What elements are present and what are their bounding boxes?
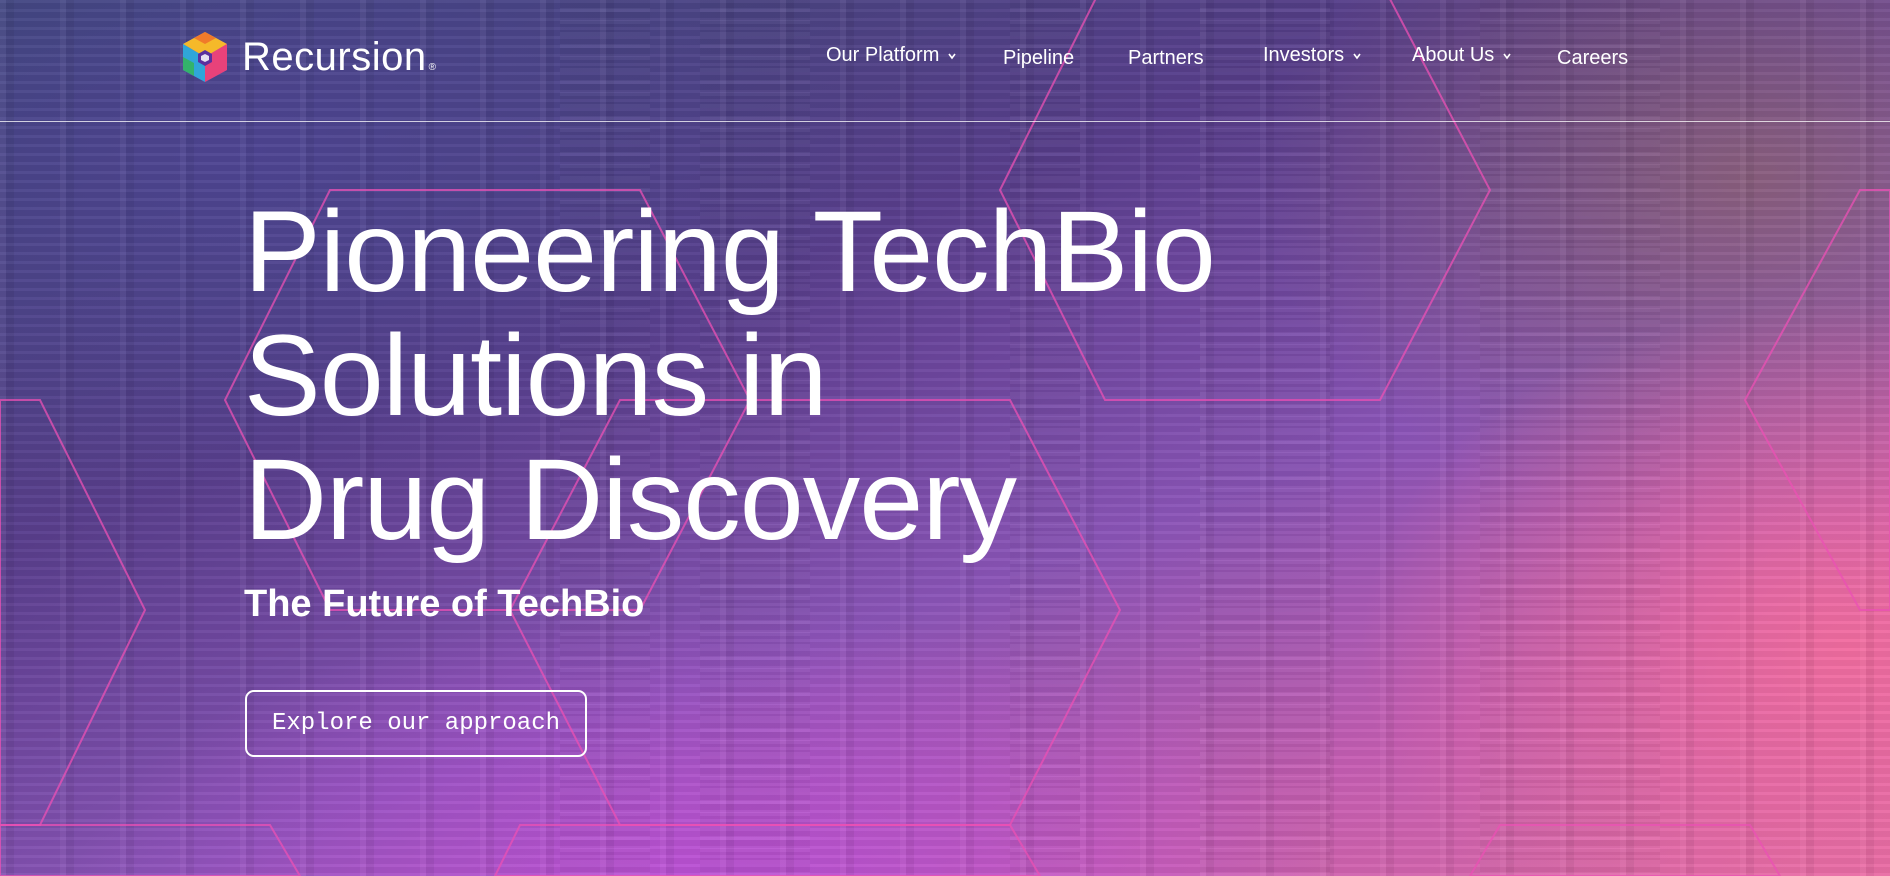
nav-item-pipeline[interactable]: Pipeline bbox=[1003, 47, 1074, 70]
nav-item-about-us[interactable]: About Us bbox=[1412, 44, 1512, 67]
hero-subheading: The Future of TechBio bbox=[244, 583, 645, 625]
nav-item-partners[interactable]: Partners bbox=[1128, 47, 1204, 70]
chevron-down-icon bbox=[1503, 53, 1511, 59]
nav-item-label: Careers bbox=[1557, 47, 1629, 69]
site-header: Recursion ® Our Platform Pipeline Partne… bbox=[0, 0, 1890, 122]
nav-item-label: About Us bbox=[1412, 44, 1495, 66]
chevron-down-icon bbox=[948, 53, 956, 59]
headline-line: Pioneering TechBio bbox=[244, 188, 1216, 316]
nav-item-our-platform[interactable]: Our Platform bbox=[826, 44, 957, 67]
nav-item-careers[interactable]: Careers bbox=[1557, 47, 1628, 70]
nav-item-investors[interactable]: Investors bbox=[1263, 44, 1362, 67]
nav-item-label: Pipeline bbox=[1003, 47, 1075, 69]
nav-item-label: Partners bbox=[1128, 47, 1204, 69]
chevron-down-icon bbox=[1353, 53, 1361, 59]
hero-headline: Pioneering TechBio Solutions in Drug Dis… bbox=[244, 188, 1216, 564]
hero-section: Recursion ® Our Platform Pipeline Partne… bbox=[0, 0, 1890, 876]
headline-line: Drug Discovery bbox=[244, 436, 1017, 564]
nav-item-label: Investors bbox=[1263, 44, 1345, 66]
nav-item-label: Our Platform bbox=[826, 44, 940, 66]
main-nav: Our Platform Pipeline Partners Investors… bbox=[0, 44, 1890, 74]
explore-approach-button[interactable]: Explore our approach bbox=[245, 690, 587, 757]
headline-line: Solutions in bbox=[244, 312, 828, 440]
